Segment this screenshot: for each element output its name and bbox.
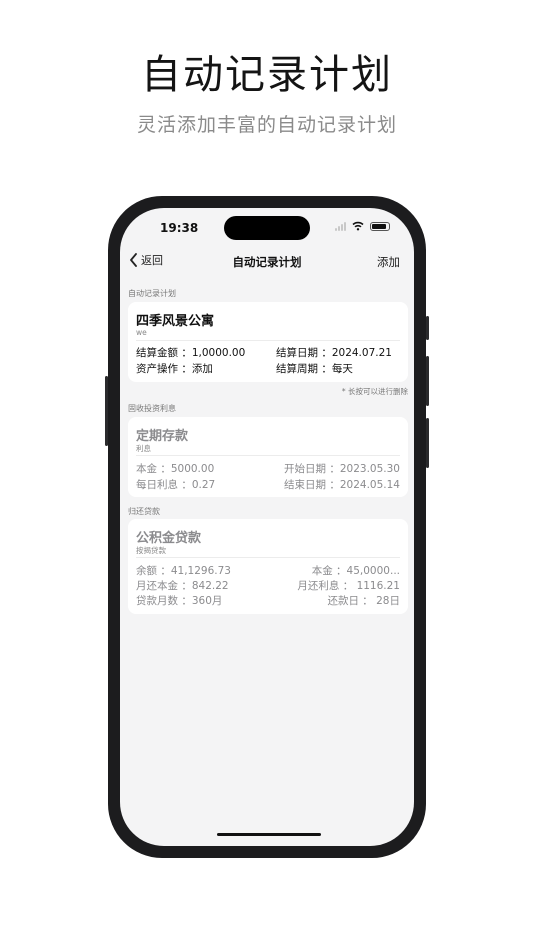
repayment-day: 还款日 ： 28日 [327, 595, 400, 607]
loan-balance: 余额 ：41,1296.73 [136, 565, 231, 577]
plan-card-deposit[interactable]: 定期存款 利息 本金 ：5000.00 开始日期 ：2023.05.30 每日利… [128, 417, 408, 497]
settle-period: 结算周期 ：每天 [276, 363, 353, 375]
daily-interest: 每日利息 ：0.27 [136, 479, 216, 491]
power-button [426, 316, 429, 340]
card-divider [136, 557, 400, 558]
card-title: 公积金贷款 [136, 531, 202, 546]
status-time: 19:38 [160, 221, 199, 235]
card-subtitle: 利息 [136, 444, 151, 453]
card-divider [136, 455, 400, 456]
card-divider [136, 340, 400, 341]
add-button[interactable]: 添加 [377, 254, 400, 270]
navigation-bar: 返回 自动记录计划 添加 [120, 252, 414, 276]
settle-date: 结算日期 ：2024.07.21 [276, 347, 392, 359]
section-label-loan-repayment: 归还贷款 [128, 507, 160, 516]
settle-amount: 结算金额 ：1,0000.00 [136, 347, 246, 359]
principal: 本金 ：5000.00 [136, 463, 215, 475]
side-button-lower [426, 418, 429, 468]
section-label-fixed-income: 固收投资利息 [128, 404, 176, 413]
section-label-auto-plans: 自动记录计划 [128, 289, 176, 298]
start-date: 开始日期 ：2023.05.30 [284, 463, 400, 475]
plan-card-housing-loan[interactable]: 公积金贷款 按揭贷款 余额 ：41,1296.73 本金 ：45,0000...… [128, 519, 408, 614]
home-indicator[interactable] [217, 833, 321, 836]
card-title: 四季风景公寓 [136, 314, 215, 329]
phone-frame: 19:38 返回 自动记录计划 添加 自动记录计划 四季风景公寓 we 结算金额… [105, 196, 429, 858]
volume-up-button [105, 376, 108, 446]
loan-months: 贷款月数 ：360月 [136, 595, 223, 607]
status-icons [335, 221, 390, 231]
wifi-icon [352, 221, 364, 231]
card-subtitle: we [136, 328, 147, 337]
promo-subtitle: 灵活添加丰富的自动记录计划 [136, 114, 397, 136]
page-title: 自动记录计划 [232, 255, 302, 269]
promo-title: 自动记录计划 [141, 52, 393, 98]
long-press-hint: * 长按可以进行删除 [341, 387, 408, 396]
signal-icon [335, 221, 346, 231]
app-screen: 19:38 返回 自动记录计划 添加 自动记录计划 四季风景公寓 we 结算金额… [120, 208, 414, 846]
asset-operation: 资产操作 ：添加 [136, 363, 213, 375]
loan-principal: 本金 ：45,0000... [311, 565, 400, 577]
card-title: 定期存款 [136, 429, 189, 444]
battery-icon [370, 221, 390, 231]
side-button [426, 356, 429, 406]
monthly-principal: 月还本金 ：842.22 [136, 580, 229, 592]
dynamic-island [224, 216, 310, 240]
end-date: 结束日期 ：2024.05.14 [284, 479, 400, 491]
card-subtitle: 按揭贷款 [136, 546, 166, 555]
monthly-interest: 月还利息 ： 1116.21 [297, 580, 400, 592]
plan-card-apartment[interactable]: 四季风景公寓 we 结算金额 ：1,0000.00 结算日期 ：2024.07.… [128, 302, 408, 382]
